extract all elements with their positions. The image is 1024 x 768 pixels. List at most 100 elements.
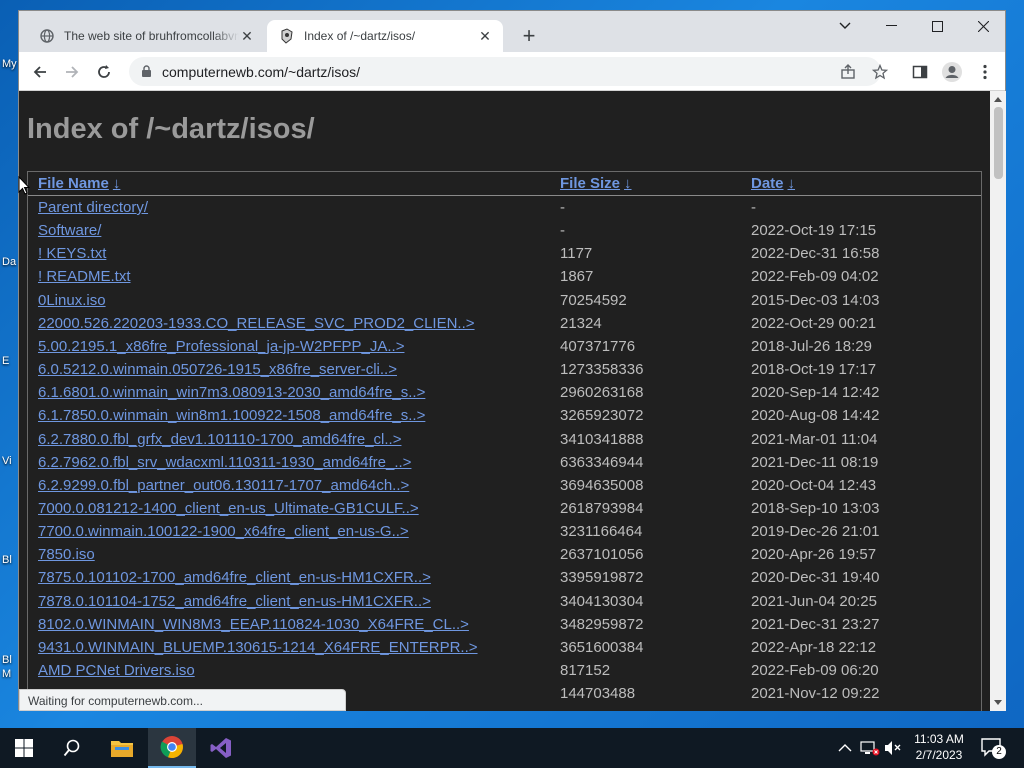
desktop-icon-label[interactable]: My — [2, 58, 17, 70]
table-row: 6.2.7880.0.fbl_grfx_dev1.101110-1700_amd… — [28, 428, 981, 451]
file-size: 3265923072 — [560, 407, 644, 425]
browser-toolbar: computernewb.com/~dartz/isos/ — [19, 52, 1005, 91]
share-icon — [841, 64, 855, 79]
file-size: 1273358336 — [560, 361, 644, 379]
reload-button[interactable] — [91, 59, 117, 85]
file-name-link[interactable]: 6.0.5212.0.winmain.050726-1915_x86fre_se… — [38, 358, 397, 381]
forward-button[interactable] — [59, 59, 85, 85]
table-row: 7700.0.winmain.100122-1900_x64fre_client… — [28, 520, 981, 543]
tab-search-button[interactable] — [822, 11, 868, 41]
file-name-link[interactable]: AMD PCNet Drivers.iso — [38, 659, 195, 682]
close-tab-icon[interactable]: ✕ — [239, 28, 255, 44]
volume-muted-icon[interactable] — [884, 740, 902, 756]
status-bar: Waiting for computernewb.com... — [19, 689, 346, 711]
scroll-up-arrow-icon[interactable] — [994, 97, 1002, 102]
sort-by-date-link[interactable]: Date — [751, 175, 784, 192]
globe-icon — [39, 28, 55, 44]
side-panel-button[interactable] — [907, 59, 933, 85]
profile-button[interactable] — [939, 59, 965, 85]
file-name-link[interactable]: 6.2.9299.0.fbl_partner_out06.130117-1707… — [38, 474, 409, 497]
file-name-link[interactable]: 6.2.7880.0.fbl_grfx_dev1.101110-1700_amd… — [38, 428, 401, 451]
sort-by-name-link[interactable]: File Name — [38, 175, 109, 192]
chevron-up-icon[interactable] — [838, 743, 852, 753]
file-name-link[interactable]: Software/ — [38, 219, 101, 242]
desktop-icon-label[interactable]: E — [2, 355, 9, 367]
table-row: 7878.0.101104-1752_amd64fre_client_en-us… — [28, 590, 981, 613]
tab-bruhfromcollabvm[interactable]: The web site of bruhfromcollabvm ✕ — [27, 20, 265, 52]
menu-button[interactable] — [972, 59, 998, 85]
file-name-link[interactable]: 6.1.7850.0.winmain_win8m1.100922-1508_am… — [38, 404, 425, 427]
table-row: ! KEYS.txt 1177 2022-Dec-31 16:58 — [28, 242, 981, 265]
back-button[interactable] — [27, 59, 53, 85]
chrome-icon — [160, 736, 183, 759]
site-favicon-icon — [279, 28, 295, 44]
column-header-file-name[interactable]: File Name ↓ — [38, 172, 120, 195]
column-header-date[interactable]: Date ↓ — [751, 172, 795, 195]
file-name-link[interactable]: 0Linux.iso — [38, 289, 106, 312]
system-tray — [838, 728, 902, 768]
column-header-file-size[interactable]: File Size ↓ — [560, 172, 632, 195]
file-name-link[interactable]: 8102.0.WINMAIN_WIN8M3_EEAP.110824-1030_X… — [38, 613, 469, 636]
scroll-thumb[interactable] — [994, 107, 1003, 179]
sort-arrow-icon[interactable]: ↓ — [624, 175, 632, 192]
taskbar-clock[interactable]: 11:03 AM 2/7/2023 — [904, 731, 974, 763]
notification-center-button[interactable]: 2 — [980, 736, 1006, 760]
file-name-link[interactable]: 9431.0.WINMAIN_BLUEMP.130615-1214_X64FRE… — [38, 636, 478, 659]
chrome-taskbar-button[interactable] — [148, 728, 196, 768]
file-size: 70254592 — [560, 291, 627, 309]
bookmark-button[interactable] — [867, 59, 893, 85]
desktop-icon-label[interactable]: Bl — [2, 654, 12, 666]
visual-studio-button[interactable] — [197, 728, 245, 768]
tab-dartz-isos[interactable]: Index of /~dartz/isos/ ✕ — [267, 20, 503, 52]
vertical-scrollbar[interactable] — [990, 91, 1006, 711]
table-row: 0Linux.iso 70254592 2015-Dec-03 14:03 — [28, 289, 981, 312]
share-button[interactable] — [835, 59, 861, 85]
file-name-link[interactable]: 7000.0.081212-1400_client_en-us_Ultimate… — [38, 497, 419, 520]
scroll-down-arrow-icon[interactable] — [994, 700, 1002, 705]
file-size: 1867 — [560, 268, 594, 286]
close-tab-icon[interactable]: ✕ — [477, 28, 493, 44]
file-listing-table: File Name ↓ File Size ↓ Date ↓ Parent direc… — [27, 171, 982, 711]
file-name-link[interactable]: 7700.0.winmain.100122-1900_x64fre_client… — [38, 520, 409, 543]
minimize-button[interactable] — [868, 11, 914, 41]
file-size: 3482959872 — [560, 615, 644, 633]
maximize-button[interactable] — [914, 11, 960, 41]
avatar-icon — [942, 62, 962, 82]
file-date: 2018-Sep-10 13:03 — [751, 499, 880, 517]
file-name-link[interactable]: 7850.iso — [38, 543, 95, 566]
close-window-button[interactable] — [960, 11, 1006, 41]
file-name-link[interactable]: 7875.0.101102-1700_amd64fre_client_en-us… — [38, 566, 431, 589]
desktop-icon-label[interactable]: Bl — [2, 554, 12, 566]
file-name-link[interactable]: ! KEYS.txt — [38, 242, 106, 265]
new-tab-button[interactable]: + — [517, 25, 541, 49]
visual-studio-icon — [210, 738, 231, 758]
minimize-icon — [885, 25, 897, 26]
file-name-link[interactable]: 5.00.2195.1_x86fre_Professional_ja-jp-W2… — [38, 335, 404, 358]
desktop-icon-label[interactable]: Vi — [2, 455, 12, 467]
file-name-link[interactable]: 6.2.7962.0.fbl_srv_wdacxml.110311-1930_a… — [38, 451, 411, 474]
file-size: 3231166464 — [560, 523, 643, 541]
lock-icon — [142, 65, 151, 77]
reload-icon — [98, 65, 110, 78]
network-icon[interactable] — [860, 740, 880, 756]
table-row: ! README.txt 1867 2022-Feb-09 04:02 — [28, 265, 981, 288]
sort-arrow-icon[interactable]: ↓ — [113, 175, 121, 192]
file-date: 2022-Oct-29 00:21 — [751, 314, 877, 332]
table-row: 8102.0.WINMAIN_WIN8M3_EEAP.110824-1030_X… — [28, 613, 981, 636]
file-name-link[interactable]: 7878.0.101104-1752_amd64fre_client_en-us… — [38, 590, 431, 613]
start-button[interactable] — [0, 728, 48, 768]
desktop-icon-label[interactable]: M — [2, 668, 11, 680]
file-name-link[interactable]: 22000.526.220203-1933.CO_RELEASE_SVC_PRO… — [38, 312, 475, 335]
table-row: 6.2.7962.0.fbl_srv_wdacxml.110311-1930_a… — [28, 451, 981, 474]
sort-arrow-icon[interactable]: ↓ — [788, 175, 796, 192]
sort-by-size-link[interactable]: File Size — [560, 175, 620, 192]
file-name-link[interactable]: ! README.txt — [38, 265, 131, 288]
file-name-link[interactable]: Parent directory/ — [38, 196, 148, 219]
search-button[interactable] — [48, 728, 96, 768]
desktop-icon-label[interactable]: Da — [2, 256, 16, 268]
address-bar[interactable]: computernewb.com/~dartz/isos/ — [129, 57, 881, 86]
file-explorer-button[interactable] — [98, 728, 146, 768]
file-name-link[interactable]: 6.1.6801.0.winmain_win7m3.080913-2030_am… — [38, 381, 425, 404]
file-date: 2022-Apr-18 22:12 — [751, 638, 877, 656]
tab-strip: The web site of bruhfromcollabvm ✕ Index… — [19, 11, 1005, 52]
